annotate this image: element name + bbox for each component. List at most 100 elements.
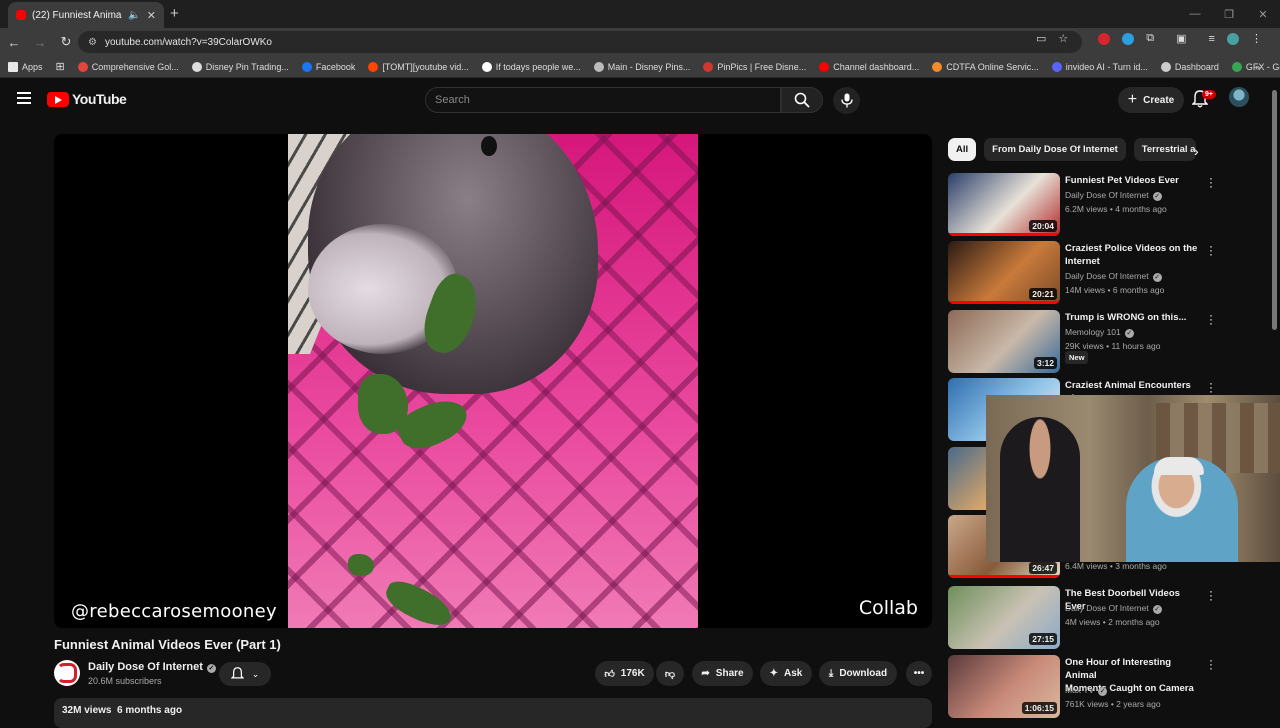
dislike-button[interactable]: 👎︎ — [656, 661, 684, 686]
bookmark-label: Disney Pin Trading... — [205, 61, 289, 72]
recommended-channel[interactable]: Daily Dose Of Internet ✓ — [1065, 603, 1162, 614]
create-button[interactable]: + Create — [1118, 87, 1184, 113]
filter-chip[interactable]: Terrestrial an — [1133, 138, 1196, 161]
speaker-icon[interactable]: 🔈 — [128, 10, 140, 21]
sidepanel-icon[interactable]: ▣ — [1176, 32, 1186, 45]
bookmark-item[interactable]: If todays people we... — [481, 61, 581, 72]
video-thumbnail[interactable]: 20:04 — [948, 173, 1060, 236]
cast-icon[interactable]: ▭ — [1036, 32, 1046, 45]
bookmark-item[interactable]: Main - Disney Pins... — [593, 61, 691, 72]
bookmark-label: Main - Disney Pins... — [607, 61, 691, 72]
forward-button[interactable]: → — [28, 30, 52, 54]
bookmark-item[interactable]: Apps — [8, 61, 43, 72]
restore-icon[interactable]: ❐ — [1212, 0, 1246, 28]
profile-icon[interactable] — [1226, 32, 1239, 45]
subscription-bell-button[interactable]: ⌄ — [219, 662, 271, 686]
new-tab-button[interactable]: + — [170, 5, 179, 22]
voice-search-button[interactable] — [833, 87, 860, 114]
search-button[interactable] — [781, 87, 823, 113]
bookmark-item[interactable]: Disney Pin Trading... — [191, 61, 289, 72]
video-thumbnail[interactable]: 3:12 — [948, 310, 1060, 373]
extension-blue-icon[interactable] — [1122, 32, 1135, 45]
video-thumbnail[interactable]: 20:21 — [948, 241, 1060, 304]
youtube-play-icon — [47, 91, 69, 107]
tab-groups-icon[interactable]: ⊞ — [56, 60, 65, 73]
bookmark-item[interactable]: CDTFA Online Servic... — [932, 61, 1039, 72]
verified-icon: ✓ — [206, 664, 216, 673]
filter-chip[interactable]: From Daily Dose Of Internet — [984, 138, 1126, 161]
minimize-icon[interactable]: — — [1178, 0, 1212, 28]
channel-name[interactable]: Daily Dose Of Internet ✓ — [88, 661, 216, 673]
video-thumbnail[interactable]: 27:15 — [948, 586, 1060, 649]
more-vertical-icon[interactable]: · · · — [1206, 654, 1216, 674]
video-player[interactable]: @rebeccarosemooney Collab — [54, 134, 932, 628]
address-bar[interactable]: ⚙ youtube.com/watch?v=39ColarOWKo — [78, 31, 1082, 53]
watch-progress-bar — [948, 301, 1060, 304]
hamburger-menu-icon[interactable] — [17, 92, 31, 104]
ask-button[interactable]: ✦ Ask — [760, 661, 812, 686]
more-vertical-icon[interactable]: · · · — [1206, 377, 1216, 397]
filter-chip[interactable]: All — [948, 138, 977, 161]
bookmark-star-icon[interactable]: ☆ — [1058, 32, 1068, 45]
search-input[interactable]: Search — [425, 87, 781, 113]
recommended-channel[interactable]: Daily Dose Of Internet ✓ — [1065, 271, 1162, 282]
sparkle-icon: ✦ — [769, 668, 779, 679]
account-avatar[interactable] — [1229, 87, 1249, 107]
menu-icon[interactable]: ⋮ — [1251, 32, 1262, 45]
share-icon: ➦ — [701, 668, 710, 679]
page-scrollbar[interactable] — [1272, 90, 1278, 720]
recommended-channel[interactable]: Max TV ✓ — [1065, 685, 1108, 696]
download-button[interactable]: ⤓ Download — [819, 661, 897, 686]
duration-badge: 26:47 — [1029, 562, 1057, 574]
description-box[interactable]: 32M views 6 months ago — [54, 698, 932, 728]
bookmark-item[interactable]: invideo AI - Turn id... — [1051, 61, 1148, 72]
more-vertical-icon[interactable]: · · · — [1206, 585, 1216, 605]
back-button[interactable]: ← — [2, 30, 26, 54]
reload-button[interactable]: ↻ — [54, 30, 78, 54]
recommended-channel[interactable]: Daily Dose Of Internet ✓ — [1065, 190, 1162, 201]
chips-next-icon[interactable]: › — [1194, 143, 1199, 159]
browser-tab[interactable]: (22) Funniest Animal Videos 🔈 ✕ — [8, 2, 164, 28]
more-actions-button[interactable]: ••• — [906, 661, 932, 686]
bookmark-label: invideo AI - Turn id... — [1065, 61, 1148, 72]
bookmarks-overflow-icon[interactable]: » — [1255, 62, 1260, 72]
bookmark-item[interactable]: PinPics | Free Disne... — [703, 61, 806, 72]
more-vertical-icon[interactable]: · · · — [1206, 240, 1216, 260]
bookmark-favicon-icon — [77, 61, 88, 72]
like-button[interactable]: 👍︎ 176K — [595, 661, 654, 686]
extension-red-icon[interactable] — [1098, 32, 1111, 45]
recommended-meta: 14M views • 6 months ago — [1065, 285, 1165, 295]
recommended-meta: 6.2M views • 4 months ago — [1065, 204, 1167, 214]
bookmark-item[interactable]: Comprehensive Gol... — [77, 61, 179, 72]
youtube-wordmark: YouTube — [72, 91, 127, 107]
media-controls-icon[interactable]: ≡ — [1209, 33, 1215, 45]
close-tab-icon[interactable]: ✕ — [147, 9, 156, 22]
creator-watermark: @rebeccarosemooney — [71, 601, 277, 622]
bookmark-item[interactable]: Channel dashboard... — [819, 61, 919, 72]
watch-progress-bar — [948, 233, 1060, 236]
recommended-title[interactable]: Craziest Police Videos on the Internet — [1065, 242, 1200, 268]
extensions-puzzle-icon[interactable]: ⧉ — [1146, 32, 1154, 45]
youtube-logo[interactable]: YouTube — [47, 91, 127, 107]
more-vertical-icon[interactable]: · · · — [1206, 172, 1216, 192]
bookmark-item[interactable]: [TOMT][youtube vid... — [368, 61, 469, 72]
bookmark-item[interactable]: Dashboard — [1160, 61, 1219, 72]
bookmark-favicon-icon — [481, 61, 492, 72]
channel-avatar[interactable] — [54, 660, 80, 686]
site-info-icon[interactable]: ⚙ — [88, 37, 97, 48]
recommended-title[interactable]: Funniest Pet Videos Ever — [1065, 174, 1200, 187]
duration-badge: 20:04 — [1029, 220, 1057, 232]
browser-toolbar: ← → ↻ ⚙ youtube.com/watch?v=39ColarOWKo … — [0, 28, 1280, 56]
youtube-favicon-icon — [16, 10, 26, 20]
video-thumbnail[interactable]: 1:06:15 — [948, 655, 1060, 718]
bookmark-favicon-icon — [932, 61, 943, 72]
plus-icon: + — [1127, 91, 1138, 108]
recommended-channel[interactable]: Memology 101 ✓ — [1065, 327, 1134, 338]
more-horizontal-icon: ••• — [913, 668, 925, 679]
close-window-icon[interactable]: ✕ — [1246, 0, 1280, 28]
share-button[interactable]: ➦ Share — [692, 661, 753, 686]
bookmark-item[interactable]: Facebook — [301, 61, 355, 72]
recommended-meta: 4M views • 2 months ago — [1065, 617, 1160, 627]
more-vertical-icon[interactable]: · · · — [1206, 309, 1216, 329]
recommended-title[interactable]: Trump is WRONG on this... — [1065, 311, 1200, 324]
